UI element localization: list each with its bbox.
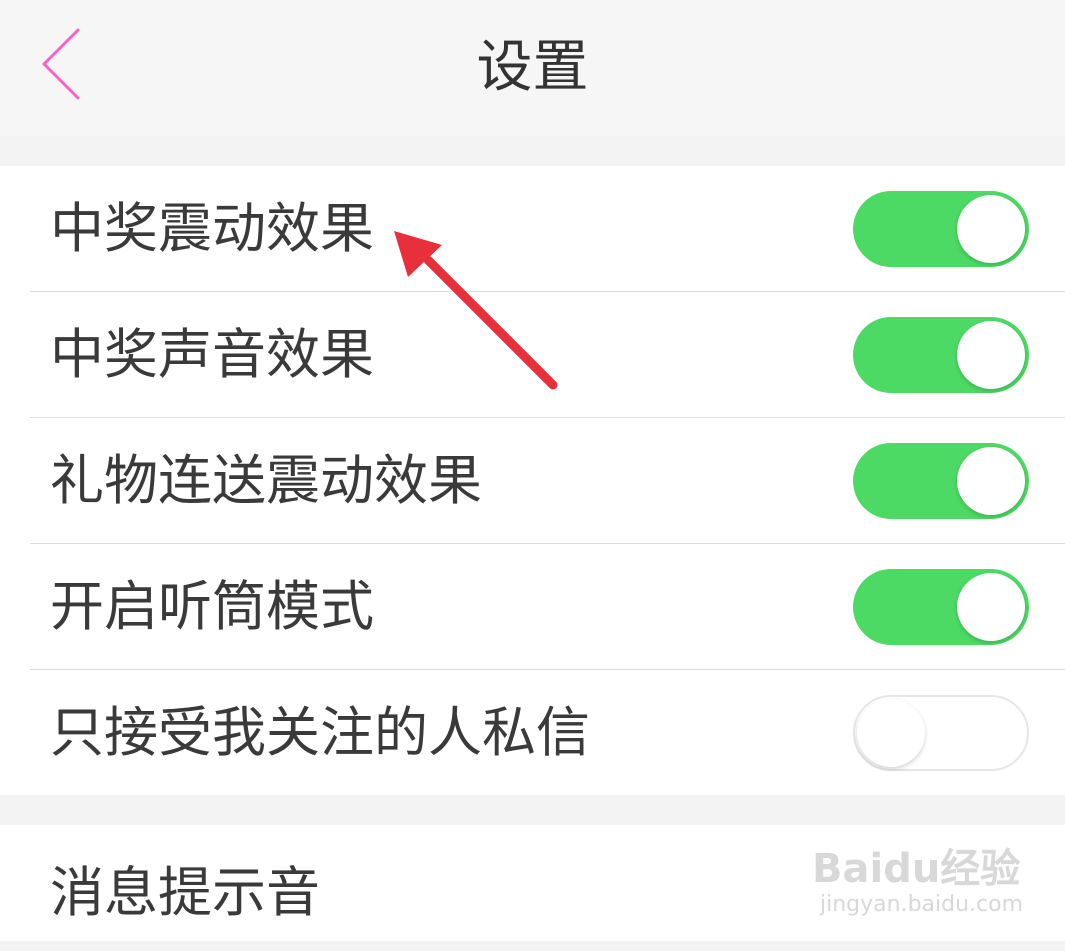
navigation-bar: 设置 [0, 0, 1065, 136]
settings-row-message-tone[interactable]: 消息提示音 [30, 825, 1065, 941]
toggle-knob [957, 573, 1025, 641]
toggle-knob [957, 321, 1025, 389]
earpiece-mode-toggle[interactable] [853, 569, 1029, 645]
setting-label: 只接受我关注的人私信 [50, 701, 590, 764]
page-title: 设置 [476, 35, 589, 100]
toggle-knob [957, 195, 1025, 263]
toggle-knob [957, 447, 1025, 515]
settings-row-win-sound: 中奖声音效果 [30, 292, 1065, 418]
settings-row-gift-combo-vibration: 礼物连送震动效果 [30, 418, 1065, 544]
settings-group-notifications: 消息提示音 [0, 825, 1065, 941]
win-sound-toggle[interactable] [853, 317, 1029, 393]
settings-group: 中奖震动效果 中奖声音效果 礼物连送震动效果 开启听筒模式 只接受我关注的人私信 [0, 166, 1065, 795]
setting-label: 礼物连送震动效果 [50, 449, 482, 512]
settings-row-earpiece-mode: 开启听筒模式 [30, 544, 1065, 670]
setting-label: 中奖声音效果 [50, 323, 374, 386]
gift-combo-vibration-toggle[interactable] [853, 443, 1029, 519]
settings-row-followed-only-messages: 只接受我关注的人私信 [30, 670, 1065, 796]
win-vibration-toggle[interactable] [853, 191, 1029, 267]
setting-label: 消息提示音 [50, 861, 320, 924]
setting-label: 中奖震动效果 [50, 197, 374, 260]
toggle-knob [857, 699, 925, 767]
setting-label: 开启听筒模式 [50, 575, 374, 638]
followed-only-messages-toggle[interactable] [853, 695, 1029, 771]
settings-row-win-vibration: 中奖震动效果 [30, 166, 1065, 292]
